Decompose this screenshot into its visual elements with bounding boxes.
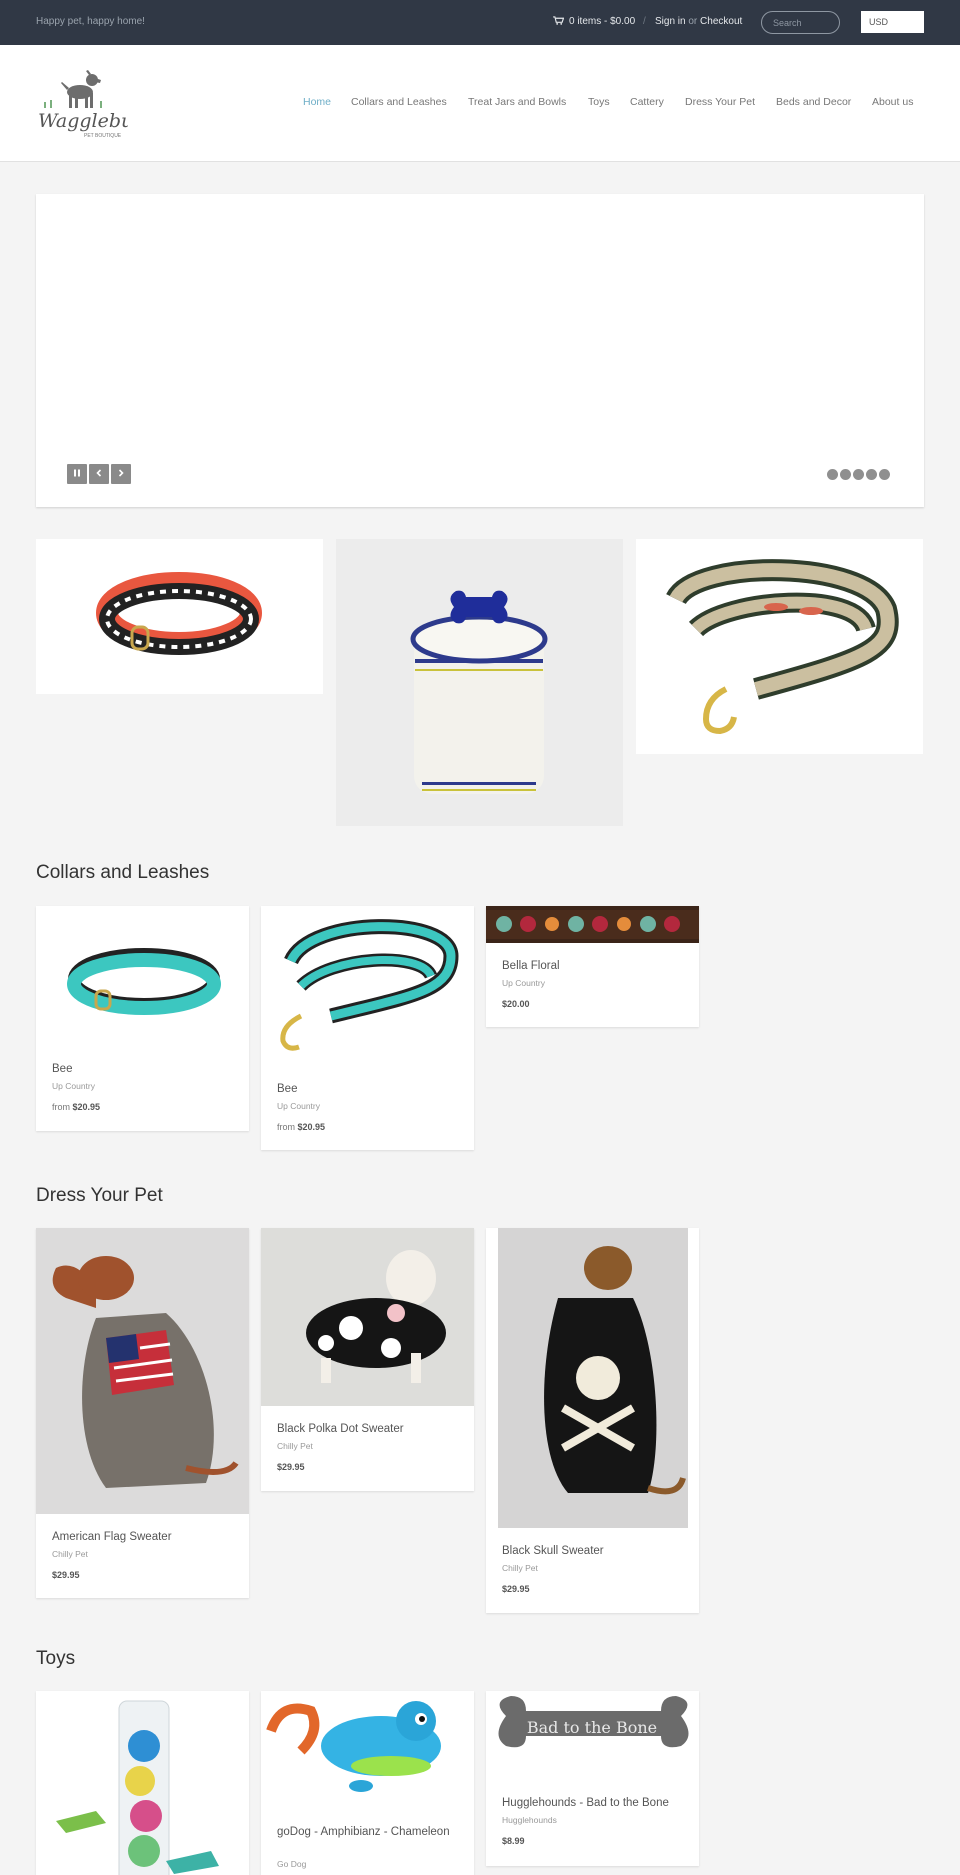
product-name[interactable]: American Flag Sweater <box>52 1530 172 1545</box>
product-card[interactable]: Bad to the Bone Hugglehounds - Bad to th… <box>486 1691 699 1866</box>
product-price: from $20.95 <box>52 1102 101 1112</box>
product-vendor: Up Country <box>52 1081 95 1091</box>
product-image <box>261 906 474 1066</box>
promo-treat-jar[interactable] <box>336 539 623 826</box>
product-name[interactable]: Bella Floral <box>502 959 560 974</box>
pause-icon <box>74 469 80 477</box>
product-image <box>498 1228 688 1528</box>
slider-prev-button[interactable] <box>89 464 109 484</box>
product-image <box>36 1228 249 1514</box>
cart-icon <box>553 16 564 25</box>
cart-summary: 0 items - $0.00 <box>569 16 636 27</box>
collar-image <box>96 572 262 655</box>
separator: / <box>643 16 646 27</box>
product-vendor: Go Dog <box>277 1859 307 1869</box>
product-card[interactable]: Black Skull Sweater Chilly Pet $29.95 <box>486 1228 699 1613</box>
nav-cattery[interactable]: Cattery <box>630 96 664 108</box>
product-vendor: Hugglehounds <box>502 1815 557 1825</box>
cart-link[interactable]: 0 items - $0.00 <box>553 16 635 27</box>
logo-subtext: PET BOUTIQUE <box>84 133 122 139</box>
nav-about-us[interactable]: About us <box>872 96 913 108</box>
bone-text: Bad to the Bone <box>527 1718 657 1737</box>
nav-toys[interactable]: Toys <box>588 96 610 108</box>
product-vendor: Chilly Pet <box>277 1441 313 1451</box>
product-vendor: Chilly Pet <box>52 1549 88 1559</box>
sign-in-link[interactable]: Sign in <box>655 16 686 27</box>
product-card[interactable]: Black Polka Dot Sweater Chilly Pet $29.9… <box>261 1228 474 1491</box>
product-image <box>36 1691 249 1875</box>
slider-next-button[interactable] <box>111 464 131 484</box>
nav-dress-your-pet[interactable]: Dress Your Pet <box>685 96 755 108</box>
site-header: Wagglebutz PET BOUTIQUE Home Collars and… <box>0 45 960 162</box>
slider-dot[interactable] <box>879 469 890 480</box>
slider-pause-button[interactable] <box>67 464 87 484</box>
product-image <box>36 906 249 1046</box>
product-vendor: Up Country <box>502 978 545 988</box>
product-name[interactable]: Hugglehounds - Bad to the Bone <box>502 1796 669 1811</box>
product-card[interactable]: Bee Up Country from $20.95 <box>261 906 474 1150</box>
chevron-left-icon <box>96 469 102 477</box>
product-vendor: Chilly Pet <box>502 1563 538 1573</box>
nav-home[interactable]: Home <box>303 96 331 108</box>
checkout-link[interactable]: Checkout <box>700 16 742 27</box>
or-text: or <box>688 16 698 27</box>
product-price: from $20.95 <box>277 1122 326 1132</box>
product-card[interactable]: Bee Up Country from $20.95 <box>36 906 249 1131</box>
product-name[interactable]: Bee <box>277 1082 297 1097</box>
product-image <box>486 906 699 943</box>
slider-dot[interactable] <box>827 469 838 480</box>
chevron-right-icon <box>118 469 124 477</box>
account-links: Sign in or Checkout <box>655 16 742 27</box>
product-image: Bad to the Bone <box>486 1691 699 1781</box>
hero-slider <box>36 194 924 507</box>
product-price: $29.95 <box>277 1462 305 1472</box>
top-bar: Happy pet, happy home! 0 items - $0.00 /… <box>0 0 960 45</box>
section-title-collars: Collars and Leashes <box>36 862 210 883</box>
product-name[interactable]: Black Polka Dot Sweater <box>277 1422 404 1437</box>
section-title-dress: Dress Your Pet <box>36 1185 163 1206</box>
treat-jar-image <box>410 590 548 794</box>
product-price: $29.95 <box>52 1570 80 1580</box>
slider-dot[interactable] <box>866 469 877 480</box>
currency-select[interactable]: USD <box>861 11 924 33</box>
product-card[interactable] <box>36 1691 249 1875</box>
product-card[interactable]: goDog - Amphibianz - Chameleon Go Dog <box>261 1691 474 1875</box>
product-name[interactable]: Black Skull Sweater <box>502 1544 604 1559</box>
nav-treat-jars-and-bowls[interactable]: Treat Jars and Bowls <box>468 96 566 108</box>
slider-dot[interactable] <box>840 469 851 480</box>
product-card[interactable]: Bella Floral Up Country $20.00 <box>486 906 699 1027</box>
product-image <box>261 1228 474 1406</box>
section-title-toys: Toys <box>36 1648 76 1669</box>
search-input[interactable] <box>761 11 840 34</box>
product-price: $29.95 <box>502 1584 530 1594</box>
slider-dot[interactable] <box>853 469 864 480</box>
promo-collar[interactable] <box>36 539 323 694</box>
promo-leash[interactable] <box>636 539 923 754</box>
product-vendor: Up Country <box>277 1101 320 1111</box>
product-name[interactable]: Bee <box>52 1062 72 1077</box>
product-card[interactable]: American Flag Sweater Chilly Pet $29.95 <box>36 1228 249 1598</box>
product-price: $20.00 <box>502 999 530 1009</box>
product-price: $8.99 <box>502 1836 525 1846</box>
tagline: Happy pet, happy home! <box>36 16 145 27</box>
logo-text: Wagglebutz <box>38 110 128 132</box>
nav-beds-and-decor[interactable]: Beds and Decor <box>776 96 851 108</box>
nav-collars-and-leashes[interactable]: Collars and Leashes <box>351 96 447 108</box>
leash-image <box>666 559 899 735</box>
product-image <box>261 1691 474 1816</box>
logo[interactable]: Wagglebutz PET BOUTIQUE <box>36 66 128 141</box>
product-name[interactable]: goDog - Amphibianz - Chameleon <box>277 1825 457 1840</box>
